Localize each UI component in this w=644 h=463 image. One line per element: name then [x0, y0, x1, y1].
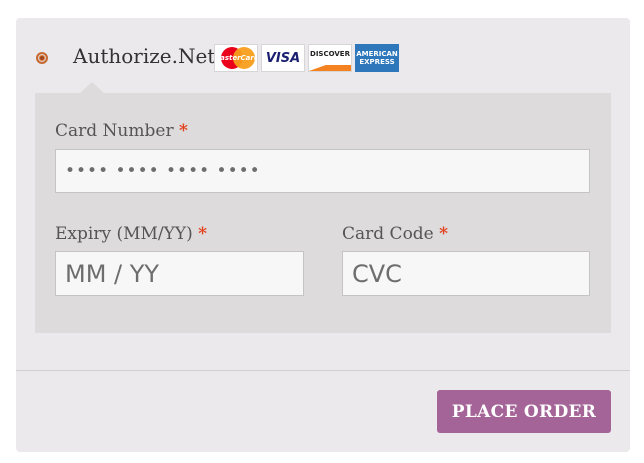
visa-icon: VISA: [261, 44, 305, 72]
expiry-input[interactable]: MM / YY: [55, 251, 304, 296]
place-order-button[interactable]: PLACE ORDER: [437, 390, 611, 433]
american-express-icon: AMERICAN EXPRESS: [355, 44, 399, 72]
expiry-label: Expiry (MM/YY) *: [55, 224, 207, 244]
discover-icon: DISCOVER: [308, 44, 352, 72]
card-number-input[interactable]: •••• •••• •••• ••••: [55, 149, 590, 193]
mastercard-icon: MasterCard: [214, 44, 258, 72]
payment-method-radio[interactable]: [36, 52, 48, 64]
required-marker: *: [439, 224, 449, 244]
card-number-label: Card Number *: [55, 121, 188, 141]
form-pointer: [80, 82, 104, 93]
card-code-label: Card Code *: [342, 224, 449, 244]
card-logos: MasterCard VISA DISCOVER AMERICAN EXPRES…: [214, 44, 399, 72]
divider: [16, 370, 630, 371]
required-marker: *: [178, 121, 188, 141]
payment-method-label[interactable]: Authorize.Net: [73, 44, 215, 68]
card-code-input[interactable]: CVC: [342, 251, 590, 296]
required-marker: *: [198, 224, 207, 244]
